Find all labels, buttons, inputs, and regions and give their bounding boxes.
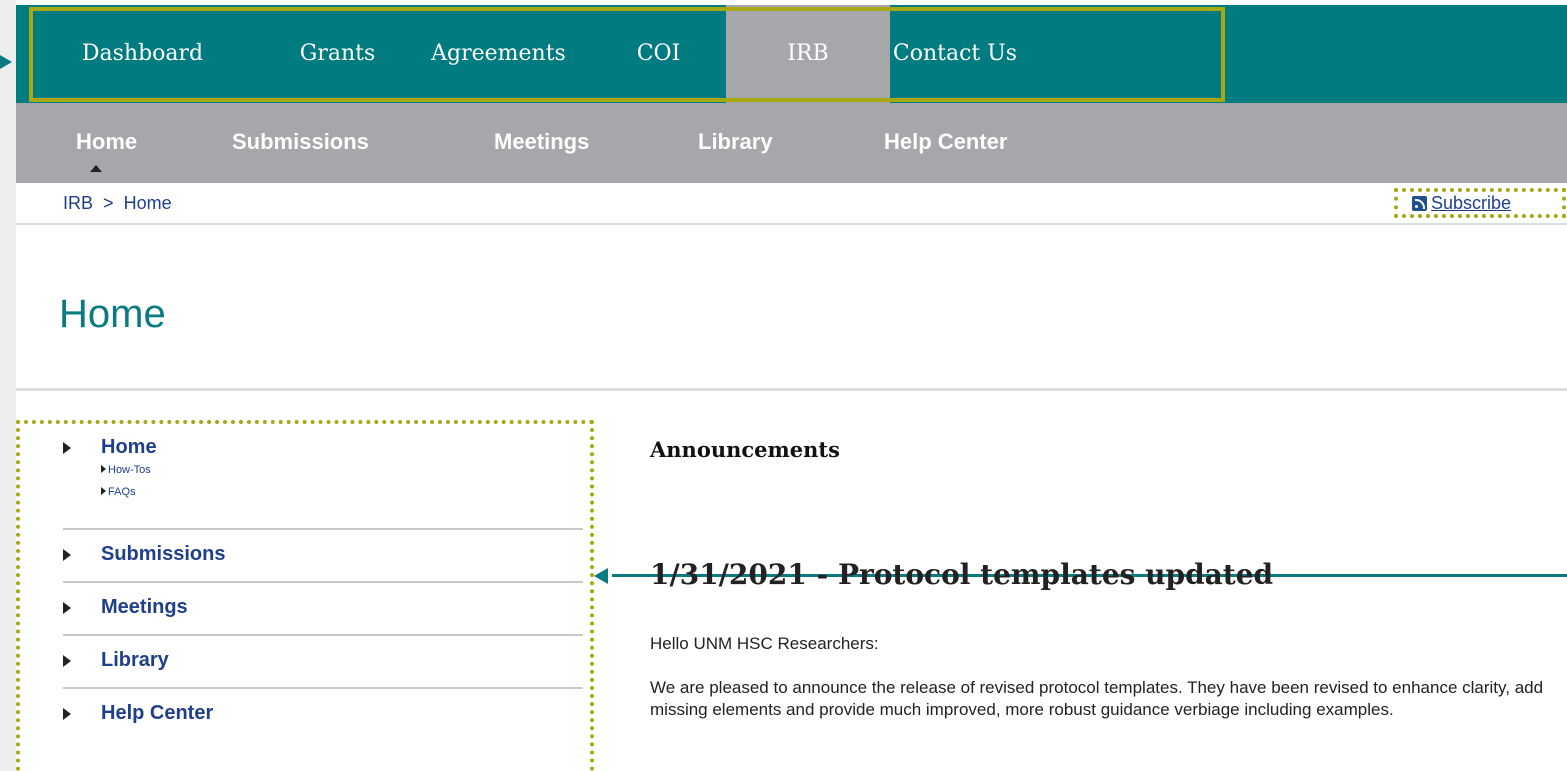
subscribe-link[interactable]: Subscribe: [1394, 188, 1566, 218]
side-nav-meetings-label: Meetings: [101, 596, 188, 618]
side-nav-library[interactable]: Library: [63, 649, 583, 674]
side-nav-faqs[interactable]: FAQs: [101, 486, 583, 508]
side-nav-divider: [63, 581, 583, 583]
top-nav-contact-us[interactable]: Contact Us: [890, 5, 1020, 103]
page-title: Home: [59, 292, 166, 336]
side-nav-meetings[interactable]: Meetings: [63, 596, 583, 621]
sub-nav-library[interactable]: Library: [698, 129, 773, 155]
side-nav: Home How-Tos FAQs Submissions Meetings L…: [16, 420, 594, 771]
side-nav-home[interactable]: Home: [63, 436, 583, 462]
top-nav: Dashboard Grants Agreements COI IRB Cont…: [16, 5, 1567, 103]
side-nav-items: Home How-Tos FAQs Submissions Meetings L…: [63, 436, 583, 727]
top-nav-grants[interactable]: Grants: [269, 5, 406, 103]
side-nav-faqs-label: FAQs: [108, 486, 136, 498]
arrow-left-icon: [594, 568, 608, 584]
sub-nav-home[interactable]: Home: [76, 129, 137, 155]
rss-icon: [1412, 195, 1427, 211]
sub-nav: Home Submissions Meetings Library Help C…: [16, 103, 1567, 183]
page: Dashboard Grants Agreements COI IRB Cont…: [16, 0, 1567, 771]
triangle-right-icon: [63, 708, 71, 720]
side-nav-submissions-label: Submissions: [101, 543, 226, 565]
side-nav-home-label: Home: [101, 436, 157, 458]
top-nav-irb[interactable]: IRB: [726, 5, 890, 103]
top-nav-dashboard[interactable]: Dashboard: [16, 5, 269, 103]
side-nav-how-tos[interactable]: How-Tos: [101, 464, 583, 486]
breadcrumb: IRB > Home: [63, 193, 172, 214]
side-nav-divider: [63, 634, 583, 636]
side-nav-how-tos-label: How-Tos: [108, 464, 151, 476]
side-nav-divider: [63, 687, 583, 689]
announcement-body: We are pleased to announce the release o…: [650, 678, 1544, 719]
announcement-text: Hello UNM HSC Researchers: We are please…: [650, 633, 1567, 721]
breadcrumb-separator: >: [103, 193, 114, 213]
side-nav-library-label: Library: [101, 649, 169, 671]
triangle-right-icon: [63, 442, 71, 454]
subscribe-label: Subscribe: [1431, 192, 1512, 213]
sub-nav-help-center[interactable]: Help Center: [884, 129, 1007, 155]
announcement-title: 1/31/2021 - Protocol templates updated: [650, 558, 1274, 591]
triangle-right-icon: [63, 655, 71, 667]
sub-nav-meetings[interactable]: Meetings: [494, 129, 589, 155]
triangle-right-icon: [63, 602, 71, 614]
title-divider: [16, 388, 1567, 391]
side-nav-help-center-label: Help Center: [101, 702, 214, 724]
triangle-right-icon: [101, 465, 106, 473]
side-nav-divider: [63, 528, 583, 530]
top-nav-items: Dashboard Grants Agreements COI IRB Cont…: [16, 5, 1020, 103]
callout-arrow-icon: [0, 55, 12, 69]
triangle-right-icon: [63, 549, 71, 561]
breadcrumb-current: Home: [123, 193, 172, 213]
sub-nav-submissions[interactable]: Submissions: [232, 129, 369, 155]
left-gutter: [0, 0, 16, 771]
announcements-heading: Announcements: [650, 437, 840, 462]
caret-up-icon: [90, 165, 102, 172]
breadcrumb-root[interactable]: IRB: [63, 193, 93, 213]
side-nav-submissions[interactable]: Submissions: [63, 543, 583, 568]
top-nav-coi[interactable]: COI: [591, 5, 726, 103]
triangle-right-icon: [101, 487, 106, 495]
breadcrumb-bar: IRB > Home Subscribe: [16, 183, 1567, 225]
side-nav-help-center[interactable]: Help Center: [63, 702, 583, 727]
announcement-greeting: Hello UNM HSC Researchers:: [650, 634, 879, 653]
top-nav-agreements[interactable]: Agreements: [406, 5, 591, 103]
